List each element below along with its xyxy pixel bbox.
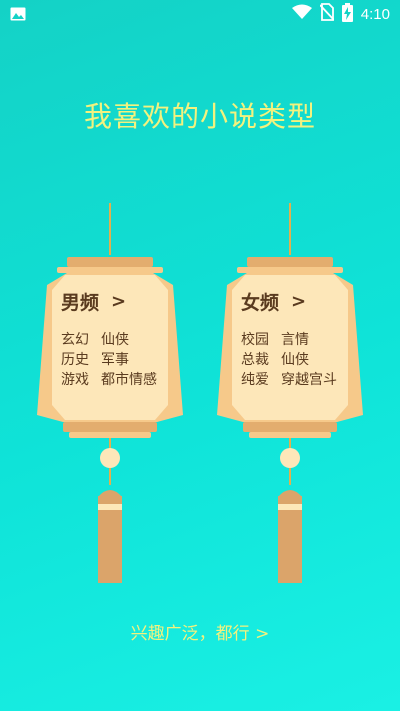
male-genre-list: 玄幻 仙侠 历史 军事 游戏 都市情感 [61,330,181,390]
chevron-right-icon: > [291,291,307,312]
no-sim-icon [319,3,335,25]
genre-label: 仙侠 [101,332,129,348]
chevron-right-icon: > [111,291,127,312]
genre-label: 军事 [101,352,129,368]
male-label: 男频 [61,292,100,314]
page-title: 我喜欢的小说类型 [83,100,316,133]
female-lantern-title: 女频 > [241,288,306,315]
genre-label: 纯爱 [241,372,269,388]
genre-label: 游戏 [61,372,89,388]
image-icon [10,6,26,21]
genre-label: 历史 [61,352,89,368]
genre-label: 校园 [241,332,269,348]
lantern-icon [217,203,363,583]
status-bar: 4:10 [0,0,400,28]
all-genres-link[interactable]: 兴趣广泛，都行 > [0,619,400,644]
genre-label: 都市情感 [101,372,157,388]
genre-label: 穿越宫斗 [281,372,337,388]
genre-label: 言情 [281,332,309,348]
battery-charging-icon [341,2,353,26]
female-genre-list: 校园 言情 总裁 仙侠 纯爱 穿越宫斗 [241,330,361,390]
wifi-icon [291,4,312,24]
female-lantern-button[interactable]: 女频 > 校园 言情 总裁 仙侠 纯爱 穿越宫斗 [205,200,375,595]
status-time: 4:10 [360,5,390,23]
female-label: 女频 [241,292,280,314]
genre-label: 玄幻 [61,332,89,348]
lantern-icon [37,203,183,583]
genre-label: 总裁 [241,352,269,368]
male-lantern-title: 男频 > [61,288,126,315]
male-lantern-button[interactable]: 男频 > 玄幻 仙侠 历史 军事 游戏 都市情感 [25,200,195,595]
genre-label: 仙侠 [281,352,309,368]
